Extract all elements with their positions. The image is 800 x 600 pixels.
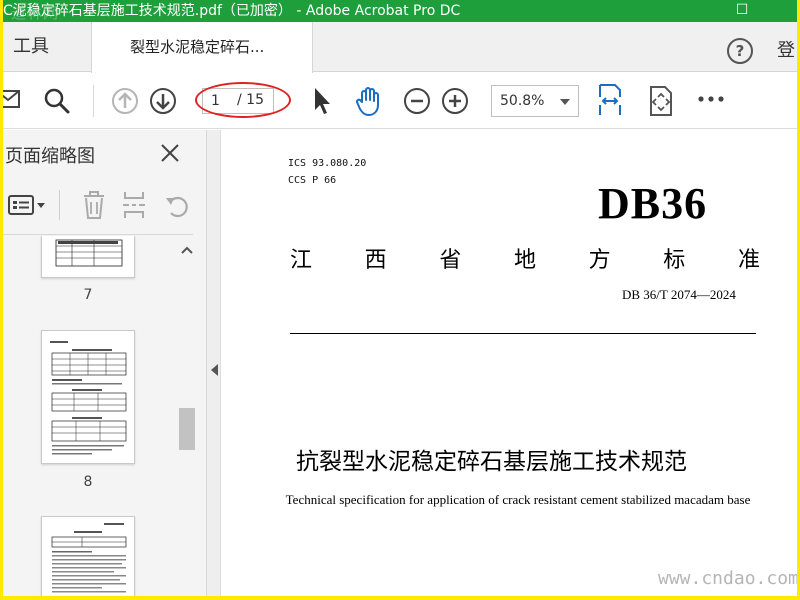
- trash-icon[interactable]: [81, 190, 107, 220]
- collapse-arrow-icon: [211, 364, 218, 376]
- next-page-icon[interactable]: [149, 87, 177, 115]
- thumbnails-panel: 页面缩略图 7 8: [3, 130, 207, 596]
- toolbar-separator: [93, 85, 94, 117]
- insert-page-icon[interactable]: [121, 190, 147, 220]
- restore-button[interactable]: ☐: [719, 0, 765, 22]
- zoom-out-icon[interactable]: [403, 87, 431, 115]
- scroll-up-icon[interactable]: [181, 246, 193, 254]
- thumbnail-label: 7: [83, 287, 93, 303]
- divider-rule: [290, 333, 756, 334]
- thumbnail-options-icon[interactable]: [7, 194, 47, 216]
- panel-divider: [3, 234, 193, 235]
- window-title: C泥稳定碎石基层施工技术规范.pdf（已加密） - Adobe Acrobat …: [3, 3, 461, 19]
- heading-char: 江: [290, 248, 313, 273]
- panel-toolbar: [3, 186, 193, 226]
- full-page-icon[interactable]: [647, 85, 675, 117]
- help-button[interactable]: ?: [727, 38, 753, 64]
- tab-bar: 工具 裂型水泥稳定碎石... ? 登: [3, 22, 797, 73]
- panel-collapse-handle[interactable]: [207, 130, 221, 596]
- close-icon[interactable]: [159, 142, 181, 164]
- watermark-top: 道林网: [11, 4, 60, 22]
- app-window: C泥稳定碎石基层施工技术规范.pdf（已加密） - Adobe Acrobat …: [3, 0, 797, 596]
- mail-icon[interactable]: [3, 89, 23, 111]
- ccs-code: CCS P 66: [288, 175, 337, 186]
- scrollbar-thumb[interactable]: [179, 408, 195, 450]
- page-preview: [55, 239, 123, 267]
- heading-char: 地: [513, 248, 536, 273]
- thumbnail-page-7[interactable]: [41, 236, 135, 278]
- watermark-bottom: www.cndao.com: [658, 568, 797, 589]
- heading-char: 标: [663, 248, 686, 273]
- chevron-down-icon: [560, 99, 570, 105]
- page-preview: [50, 341, 127, 455]
- panel-separator: [59, 190, 60, 220]
- heading-char: 西: [364, 248, 387, 273]
- document-title-en: Technical specification for application …: [285, 492, 751, 507]
- zoom-in-icon[interactable]: [441, 87, 469, 115]
- document-page: ICS 93.080.20 CCS P 66 DB36 江 西 省 地 方 标 …: [222, 130, 797, 596]
- select-cursor-icon[interactable]: [311, 86, 333, 116]
- title-bar: C泥稳定碎石基层施工技术规范.pdf（已加密） - Adobe Acrobat …: [3, 0, 797, 22]
- thumbnail-label: 8: [83, 474, 93, 490]
- standard-number: DB 36/T 2074—2024: [622, 287, 736, 302]
- ics-code: ICS 93.080.20: [288, 158, 367, 169]
- fit-width-icon[interactable]: [595, 83, 625, 119]
- more-icon[interactable]: [697, 93, 725, 105]
- tab-document[interactable]: 裂型水泥稳定碎石...: [91, 22, 313, 73]
- toolbar: / 15 50.8%: [3, 73, 797, 129]
- heading-char: 省: [439, 248, 462, 273]
- prev-page-icon[interactable]: [111, 87, 139, 115]
- heading-char: 准: [737, 248, 760, 273]
- tab-tools[interactable]: 工具: [3, 22, 91, 72]
- zoom-value: 50.8%: [500, 93, 545, 109]
- hand-tool-icon[interactable]: [353, 85, 385, 117]
- standard-code: DB36: [598, 179, 708, 228]
- zoom-select[interactable]: 50.8%: [491, 85, 579, 117]
- page-preview: [51, 523, 127, 593]
- standard-type-heading: 江 西 省 地 方 标 准: [290, 242, 760, 274]
- document-title-cn: 抗裂型水泥稳定碎石基层施工技术规范: [296, 449, 687, 475]
- annotation-ellipse: [195, 82, 291, 118]
- heading-char: 方: [588, 248, 611, 273]
- thumbnail-page-9[interactable]: [41, 516, 135, 596]
- rotate-icon[interactable]: [163, 192, 191, 218]
- thumbnail-page-8[interactable]: [41, 330, 135, 464]
- login-button[interactable]: 登: [777, 36, 795, 62]
- panel-title: 页面缩略图: [5, 146, 95, 167]
- search-icon[interactable]: [43, 87, 71, 115]
